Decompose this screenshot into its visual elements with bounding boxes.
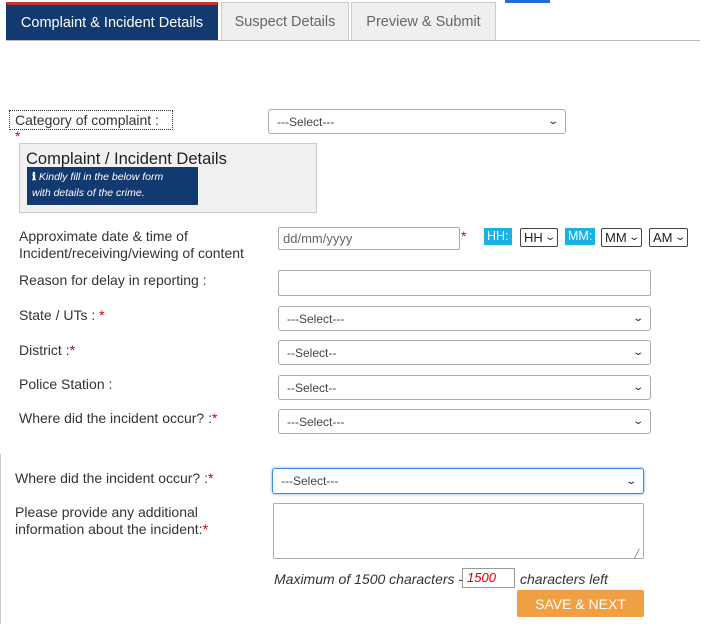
incident-location-label: Where did the incident occur? :* [19, 410, 218, 426]
char-limit-prefix: Maximum of 1500 characters - [274, 571, 464, 587]
tab-suspect-details[interactable]: Suspect Details [221, 2, 349, 40]
incident-location-select[interactable]: ---Select--- ⌄ [278, 409, 651, 434]
minute-select[interactable]: MM ⌄ [601, 228, 643, 247]
info-icon: ℹ [32, 171, 36, 183]
info-note: ℹ Kindly fill in the below form with det… [27, 167, 198, 205]
state-select[interactable]: ---Select--- ⌄ [278, 306, 651, 331]
date-required-mark: * [461, 228, 467, 244]
incident-location-label-2: Where did the incident occur? :* [15, 470, 214, 486]
chevron-down-icon: ⌄ [631, 313, 644, 324]
additional-info-textarea[interactable] [273, 503, 644, 559]
char-counter: 1500 [462, 568, 515, 588]
delay-input[interactable] [278, 270, 651, 296]
delay-label: Reason for delay in reporting : [19, 272, 207, 288]
char-limit-suffix: characters left [520, 571, 608, 587]
police-station-select[interactable]: --Select-- ⌄ [278, 375, 651, 400]
resize-grip-icon[interactable]: ╱ [634, 549, 639, 560]
chevron-down-icon: ⌄ [631, 347, 644, 358]
district-label: District :* [19, 342, 76, 358]
tab-complaint-incident-details[interactable]: Complaint & Incident Details [6, 2, 218, 40]
chevron-down-icon: ⌄ [624, 475, 637, 487]
tab-underline [6, 40, 700, 41]
date-input[interactable]: dd/mm/yyyy [278, 227, 460, 250]
left-border [0, 454, 1, 624]
additional-info-label: Please provide any additional information… [15, 504, 209, 537]
district-select[interactable]: --Select-- ⌄ [278, 340, 651, 365]
tab-preview-submit[interactable]: Preview & Submit [351, 2, 496, 40]
chevron-down-icon: ⌄ [673, 232, 686, 243]
hour-select[interactable]: HH ⌄ [520, 228, 559, 247]
chevron-down-icon: ⌄ [544, 232, 556, 243]
minute-label: MM: [565, 228, 596, 245]
police-station-label: Police Station : [19, 376, 113, 392]
top-accent-bar [505, 0, 550, 3]
incident-location-select-2[interactable]: ---Select--- ⌄ [272, 468, 644, 494]
datetime-label: Approximate date & time of Incident/recei… [19, 228, 244, 261]
state-label: State / UTs : * [19, 307, 105, 323]
chevron-down-icon: ⌄ [631, 416, 644, 427]
chevron-down-icon: ⌄ [546, 116, 559, 127]
hour-label: HH: [484, 228, 512, 245]
category-select[interactable]: ---Select--- ⌄ [268, 109, 566, 134]
ampm-select[interactable]: AM ⌄ [649, 228, 688, 247]
chevron-down-icon: ⌄ [631, 382, 644, 393]
category-label: Category of complaint : * [9, 110, 173, 144]
incident-details-panel: Complaint / Incident Details ℹ Kindly fi… [19, 143, 317, 213]
section-divider [0, 438, 717, 456]
save-next-button[interactable]: SAVE & NEXT [517, 590, 644, 617]
chevron-down-icon: ⌄ [627, 232, 640, 243]
